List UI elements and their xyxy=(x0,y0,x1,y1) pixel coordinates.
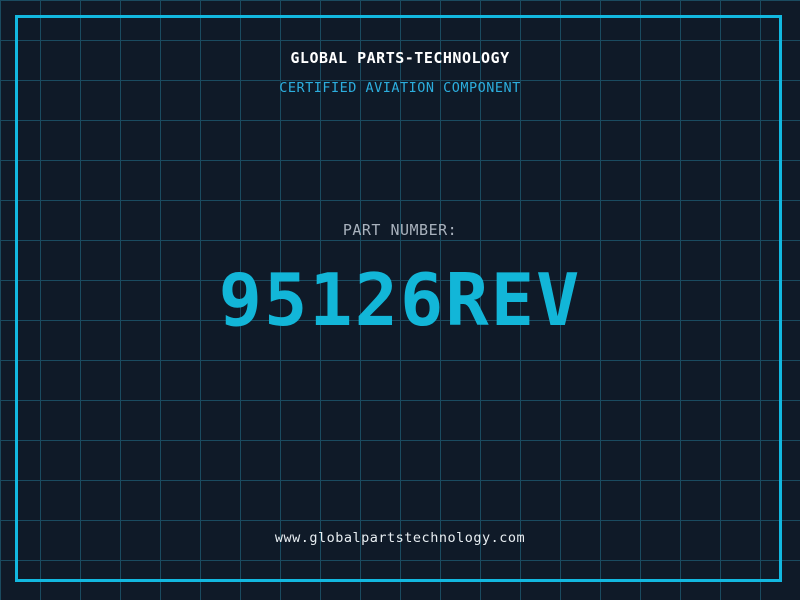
certificate-card: GLOBAL PARTS-TECHNOLOGY CERTIFIED AVIATI… xyxy=(0,0,800,600)
website-url: www.globalpartstechnology.com xyxy=(274,530,526,546)
part-number-label: PART NUMBER: xyxy=(342,221,458,239)
company-title: GLOBAL PARTS-TECHNOLOGY xyxy=(290,49,510,67)
certification-subtitle: CERTIFIED AVIATION COMPONENT xyxy=(279,80,521,96)
part-number-value: 95126REV xyxy=(218,258,582,342)
